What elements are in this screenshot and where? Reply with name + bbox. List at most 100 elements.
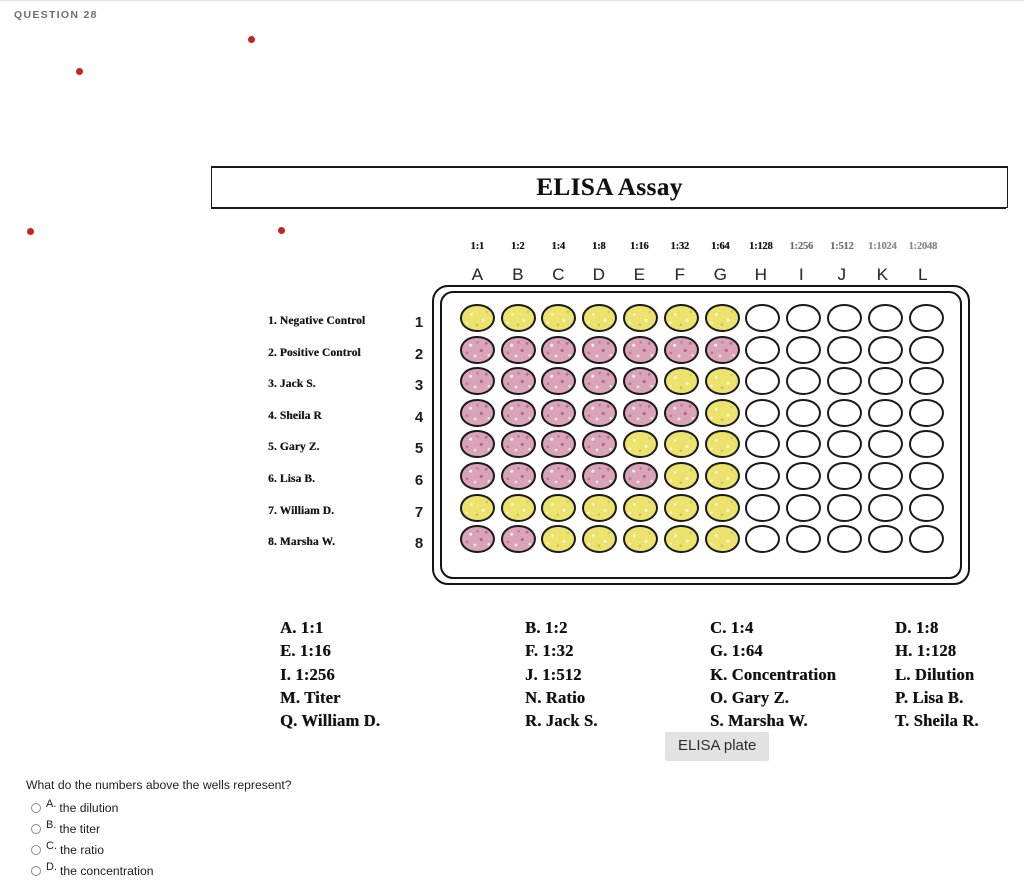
well-D4[interactable] bbox=[582, 398, 618, 427]
well-B5[interactable] bbox=[500, 430, 536, 459]
well-E8[interactable] bbox=[623, 525, 659, 554]
well-E5[interactable] bbox=[623, 430, 659, 459]
well-G5[interactable] bbox=[704, 430, 740, 459]
well-K8[interactable] bbox=[867, 525, 903, 554]
well-K5[interactable] bbox=[867, 430, 903, 459]
well-C7[interactable] bbox=[541, 493, 577, 522]
well-B8[interactable] bbox=[500, 525, 536, 554]
well-J2[interactable] bbox=[827, 335, 863, 364]
well-C3[interactable] bbox=[541, 367, 577, 396]
well-F5[interactable] bbox=[663, 430, 699, 459]
well-B3[interactable] bbox=[500, 367, 536, 396]
well-F3[interactable] bbox=[663, 367, 699, 396]
well-L8[interactable] bbox=[908, 525, 944, 554]
well-H8[interactable] bbox=[745, 525, 781, 554]
well-G1[interactable] bbox=[704, 304, 740, 332]
well-I7[interactable] bbox=[786, 493, 822, 522]
well-J4[interactable] bbox=[827, 398, 863, 427]
well-D6[interactable] bbox=[582, 461, 618, 490]
answer-choice-a[interactable]: A. the dilution bbox=[31, 797, 586, 818]
well-D8[interactable] bbox=[582, 525, 618, 554]
well-D1[interactable] bbox=[582, 304, 618, 332]
well-F7[interactable] bbox=[663, 493, 699, 522]
well-F1[interactable] bbox=[663, 304, 699, 332]
well-I5[interactable] bbox=[786, 430, 822, 459]
well-A7[interactable] bbox=[459, 493, 495, 522]
well-J6[interactable] bbox=[827, 461, 863, 490]
well-K4[interactable] bbox=[867, 398, 903, 427]
microplate-well-grid[interactable] bbox=[457, 303, 947, 556]
well-J1[interactable] bbox=[827, 304, 863, 332]
well-C8[interactable] bbox=[541, 525, 577, 554]
well-K3[interactable] bbox=[867, 367, 903, 396]
well-H6[interactable] bbox=[745, 461, 781, 490]
well-H3[interactable] bbox=[745, 367, 781, 396]
well-E2[interactable] bbox=[623, 335, 659, 364]
well-K7[interactable] bbox=[867, 493, 903, 522]
well-B6[interactable] bbox=[500, 461, 536, 490]
well-C1[interactable] bbox=[541, 304, 577, 332]
well-E6[interactable] bbox=[623, 461, 659, 490]
well-G6[interactable] bbox=[704, 461, 740, 490]
well-L5[interactable] bbox=[908, 430, 944, 459]
radio-button-icon[interactable] bbox=[31, 844, 41, 855]
well-G4[interactable] bbox=[704, 398, 740, 427]
well-A2[interactable] bbox=[459, 335, 495, 364]
well-B4[interactable] bbox=[500, 398, 536, 427]
well-H2[interactable] bbox=[745, 335, 781, 364]
well-F4[interactable] bbox=[663, 398, 699, 427]
well-K1[interactable] bbox=[867, 304, 903, 332]
well-F6[interactable] bbox=[663, 461, 699, 490]
well-K2[interactable] bbox=[867, 335, 903, 364]
radio-button-icon[interactable] bbox=[31, 823, 41, 834]
well-A5[interactable] bbox=[459, 430, 495, 459]
well-B7[interactable] bbox=[500, 493, 536, 522]
well-A1[interactable] bbox=[459, 304, 495, 332]
well-E3[interactable] bbox=[623, 367, 659, 396]
well-E1[interactable] bbox=[623, 304, 659, 332]
well-J5[interactable] bbox=[827, 430, 863, 459]
well-F2[interactable] bbox=[663, 335, 699, 364]
radio-button-icon[interactable] bbox=[31, 802, 41, 813]
well-H5[interactable] bbox=[745, 430, 781, 459]
well-A3[interactable] bbox=[459, 367, 495, 396]
well-I8[interactable] bbox=[786, 525, 822, 554]
well-D5[interactable] bbox=[582, 430, 618, 459]
well-C6[interactable] bbox=[541, 461, 577, 490]
answer-choice-b[interactable]: B. the titer bbox=[31, 818, 586, 839]
well-I3[interactable] bbox=[786, 367, 822, 396]
well-D2[interactable] bbox=[582, 335, 618, 364]
well-B1[interactable] bbox=[500, 304, 536, 332]
well-A4[interactable] bbox=[459, 398, 495, 427]
well-L2[interactable] bbox=[908, 335, 944, 364]
well-K6[interactable] bbox=[867, 461, 903, 490]
well-H7[interactable] bbox=[745, 493, 781, 522]
answer-choice-d[interactable]: D. the concentration bbox=[31, 860, 586, 881]
well-L4[interactable] bbox=[908, 398, 944, 427]
well-L7[interactable] bbox=[908, 493, 944, 522]
well-G3[interactable] bbox=[704, 367, 740, 396]
well-B2[interactable] bbox=[500, 335, 536, 364]
answer-choice-c[interactable]: C. the ratio bbox=[31, 839, 586, 860]
elisa-figure[interactable]: ELISA Assay 1:1 1:2 1:4 1:8 1:16 1:32 1:64 1:12… bbox=[0, 0, 1024, 760]
well-L6[interactable] bbox=[908, 461, 944, 490]
well-E7[interactable] bbox=[623, 493, 659, 522]
well-F8[interactable] bbox=[663, 525, 699, 554]
well-J8[interactable] bbox=[827, 525, 863, 554]
well-I2[interactable] bbox=[786, 335, 822, 364]
well-G2[interactable] bbox=[704, 335, 740, 364]
well-H1[interactable] bbox=[745, 304, 781, 332]
well-L3[interactable] bbox=[908, 367, 944, 396]
well-A8[interactable] bbox=[459, 525, 495, 554]
well-E4[interactable] bbox=[623, 398, 659, 427]
well-C4[interactable] bbox=[541, 398, 577, 427]
well-J7[interactable] bbox=[827, 493, 863, 522]
well-J3[interactable] bbox=[827, 367, 863, 396]
answer-choice-list[interactable]: A. the dilution B. the titer C. the ratio D. th… bbox=[26, 797, 586, 881]
well-I4[interactable] bbox=[786, 398, 822, 427]
well-G7[interactable] bbox=[704, 493, 740, 522]
well-C5[interactable] bbox=[541, 430, 577, 459]
well-I6[interactable] bbox=[786, 461, 822, 490]
well-A6[interactable] bbox=[459, 461, 495, 490]
well-I1[interactable] bbox=[786, 304, 822, 332]
